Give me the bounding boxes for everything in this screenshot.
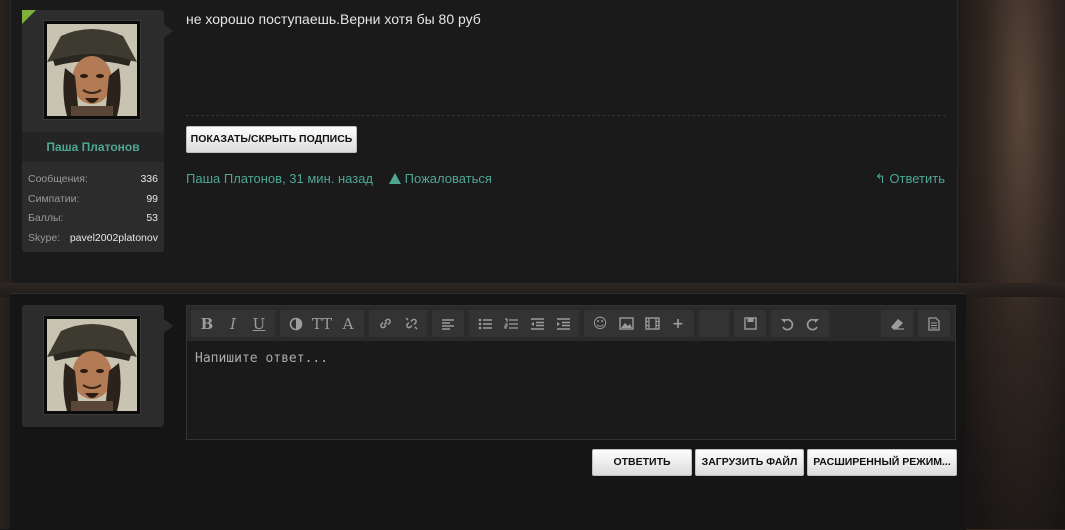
- stat-row-skype: Skype: pavel2002platonov: [28, 229, 158, 249]
- reply-link-label: Ответить: [889, 171, 945, 186]
- user-stats: Сообщения: 336 Симпатии: 99 Баллы: 53 Sk…: [28, 170, 158, 248]
- post-message: не хорошо поступаешь.Верни хотя бы 80 ру…: [186, 11, 481, 27]
- outdent-icon: [530, 317, 544, 330]
- upload-file-button[interactable]: ЗАГРУЗИТЬ ФАЙЛ: [695, 449, 804, 476]
- image-icon: [618, 317, 634, 330]
- contrast-icon: [289, 317, 303, 330]
- stat-row-likes: Симпатии: 99: [28, 190, 158, 210]
- toggle-signature-button[interactable]: ПОКАЗАТЬ/СКРЫТЬ ПОДПИСЬ: [186, 126, 357, 153]
- outdent-button[interactable]: [524, 310, 550, 337]
- post-meta: Паша Платонов, 31 мин. назад Пожаловатьс…: [186, 171, 492, 186]
- document-icon: [928, 316, 940, 331]
- text-color-button[interactable]: [283, 310, 309, 337]
- stat-value: pavel2002platonov: [69, 231, 158, 244]
- link-icon: [379, 318, 391, 329]
- toggle-bbcode-button[interactable]: [921, 310, 947, 337]
- stat-label: Симпатии:: [28, 192, 80, 205]
- toolbar-group-insert: ☺ +: [584, 310, 694, 337]
- save-icon: [743, 317, 757, 330]
- toolbar-group-clear: [881, 310, 913, 337]
- new-post-indicator: [22, 10, 36, 24]
- report-link[interactable]: Пожаловаться: [388, 171, 492, 186]
- avatar-image: [47, 319, 137, 411]
- reply-textarea[interactable]: Напишите ответ...: [195, 351, 328, 366]
- card-pointer: [164, 319, 173, 333]
- align-button[interactable]: [435, 310, 461, 337]
- post-user-card: Паша Платонов Сообщения: 336 Симпатии: 9…: [22, 10, 173, 252]
- stat-value: 99: [146, 192, 158, 205]
- link-button[interactable]: [372, 310, 398, 337]
- page-background-art: [955, 0, 1065, 529]
- stat-label: Сообщения:: [28, 173, 88, 185]
- stat-label: Skype:: [28, 231, 61, 244]
- indent-icon: [556, 317, 570, 330]
- bold-button[interactable]: B: [194, 310, 220, 337]
- stat-label: Баллы:: [28, 212, 64, 224]
- undo-icon: [781, 318, 794, 330]
- save-draft-button[interactable]: [737, 310, 763, 337]
- numbered-list-button[interactable]: [498, 310, 524, 337]
- toolbar-group-format: B I U: [191, 310, 275, 337]
- stat-value[interactable]: 53: [146, 209, 158, 229]
- reply-link[interactable]: ↰ Ответить: [875, 171, 945, 187]
- toolbar-group-font: TT A: [280, 310, 364, 337]
- unlink-button[interactable]: [398, 310, 424, 337]
- reply-arrow-icon: ↰: [874, 171, 886, 186]
- reply-editor: B I U TT A ☺ + Напишите ответ...: [186, 305, 956, 440]
- username[interactable]: Паша Платонов: [22, 132, 164, 162]
- smilie-button[interactable]: ☺: [587, 310, 613, 337]
- numbered-list-icon: [503, 317, 518, 329]
- toolbar-group-empty: [699, 310, 729, 337]
- film-icon: [644, 317, 660, 330]
- image-button[interactable]: [613, 310, 639, 337]
- toolbar-group-save: [734, 310, 766, 337]
- avatar[interactable]: [43, 315, 141, 415]
- underline-button[interactable]: U: [246, 310, 272, 337]
- stat-row-messages: Сообщения: 336: [28, 170, 158, 190]
- avatar-image: [47, 24, 137, 116]
- warning-icon: [388, 173, 401, 184]
- bullet-list-icon: [478, 318, 492, 329]
- media-button[interactable]: [639, 310, 665, 337]
- toolbar-group-history: [771, 310, 829, 337]
- unlink-icon: [404, 317, 418, 330]
- toolbar-group-lists: [469, 310, 579, 337]
- font-size-button[interactable]: TT: [309, 310, 335, 337]
- reply-button[interactable]: ОТВЕТИТЬ: [592, 449, 692, 476]
- reply-user-card: [22, 305, 173, 427]
- redo-button[interactable]: [800, 310, 826, 337]
- indent-button[interactable]: [550, 310, 576, 337]
- more-insert-button[interactable]: +: [665, 310, 691, 337]
- toolbar-group-source: [918, 310, 950, 337]
- editor-toolbar: B I U TT A ☺ +: [187, 306, 955, 341]
- avatar[interactable]: [43, 20, 141, 120]
- stat-value[interactable]: 336: [140, 170, 158, 190]
- stat-row-points: Баллы: 53: [28, 209, 158, 229]
- eraser-icon: [890, 319, 904, 330]
- signature-divider: [186, 115, 946, 116]
- italic-button[interactable]: I: [220, 310, 246, 337]
- report-label: Пожаловаться: [404, 171, 492, 186]
- bullet-list-button[interactable]: [472, 310, 498, 337]
- redo-icon: [806, 318, 819, 330]
- card-pointer: [164, 24, 173, 38]
- undo-button[interactable]: [774, 310, 800, 337]
- toolbar-group-align: [432, 310, 464, 337]
- advanced-mode-button[interactable]: РАСШИРЕННЫЙ РЕЖИМ...: [807, 449, 957, 476]
- font-family-button[interactable]: A: [335, 310, 361, 337]
- align-left-icon: [442, 318, 454, 330]
- toolbar-group-link: [369, 310, 427, 337]
- remove-formatting-button[interactable]: [884, 310, 910, 337]
- post-author-time-link[interactable]: Паша Платонов, 31 мин. назад: [186, 171, 373, 186]
